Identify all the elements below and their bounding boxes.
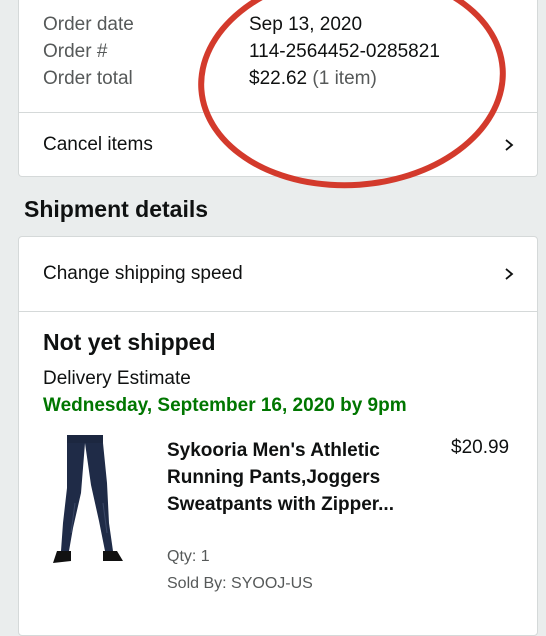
order-summary-card: Order date Sep 13, 2020 Order # 114-2564… — [18, 0, 538, 177]
order-date-value: Sep 13, 2020 — [249, 14, 363, 35]
cancel-items-label: Cancel items — [43, 134, 153, 155]
delivery-estimate-label: Delivery Estimate — [43, 368, 191, 389]
shipment-card: Change shipping speed Not yet shipped De… — [18, 236, 538, 636]
shipment-details-heading: Shipment details — [24, 196, 209, 222]
order-date-label: Order date — [43, 14, 134, 35]
divider — [19, 311, 537, 312]
order-total-items: (1 item) — [312, 68, 377, 89]
product-seller: Sold By: SYOOJ-US — [167, 575, 313, 592]
order-total-amount: $22.62 — [249, 68, 308, 89]
product-quantity: Qty: 1 — [167, 548, 210, 565]
product-image[interactable] — [47, 433, 127, 568]
order-total-value: $22.62 (1 item) — [249, 68, 377, 90]
order-number-value: 114-2564452-0285821 — [249, 41, 440, 62]
change-shipping-speed-label: Change shipping speed — [43, 263, 243, 284]
shipment-status: Not yet shipped — [43, 329, 216, 355]
order-total-label: Order total — [43, 68, 133, 89]
order-number-label: Order # — [43, 41, 108, 62]
delivery-estimate-date: Wednesday, September 16, 2020 by 9pm — [43, 395, 407, 416]
chevron-right-icon — [505, 268, 514, 280]
chevron-right-icon — [505, 139, 514, 151]
product-title-link[interactable]: Sykooria Men's Athletic Running Pants,Jo… — [167, 437, 417, 518]
cancel-items-button[interactable]: Cancel items — [19, 113, 537, 177]
product-price: $20.99 — [451, 437, 510, 458]
change-shipping-speed-button[interactable]: Change shipping speed — [19, 242, 537, 306]
